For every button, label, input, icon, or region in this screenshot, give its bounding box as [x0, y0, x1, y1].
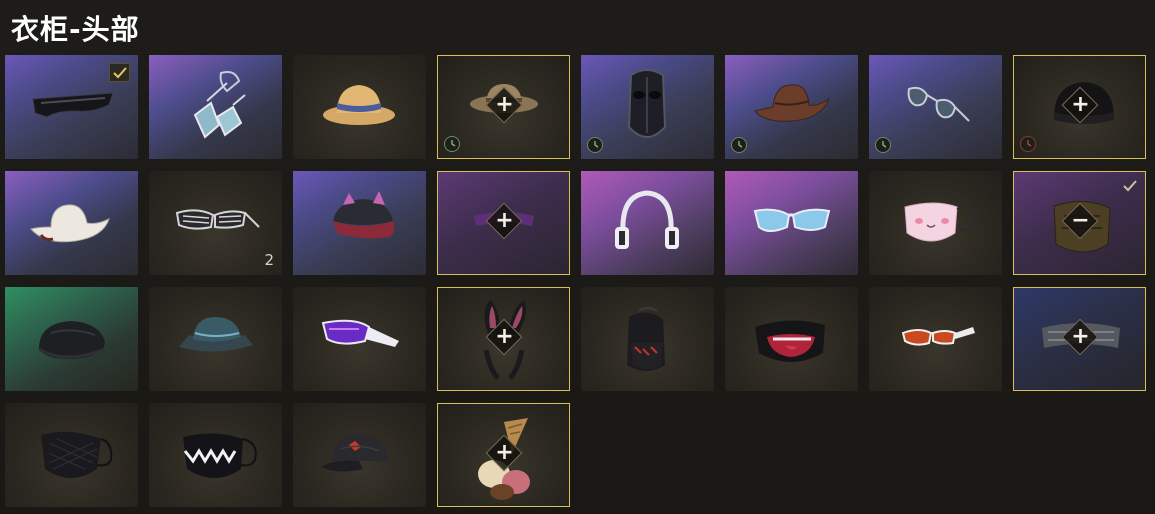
item-tile[interactable]: [725, 55, 858, 159]
equipped-check-icon: [1121, 178, 1139, 194]
add-icon[interactable]: +: [491, 91, 518, 118]
purple-sunglasses-icon: [321, 319, 399, 347]
add-icon[interactable]: +: [1067, 323, 1094, 350]
item-tile[interactable]: [149, 55, 282, 159]
wardrobe-page: 衣柜-头部 + + 2 + − + + +: [0, 0, 1155, 514]
flat-cap-icon: [38, 321, 106, 359]
straw-hat-icon: [323, 85, 395, 125]
timer-icon: [875, 137, 891, 153]
item-tile[interactable]: [293, 55, 426, 159]
add-icon[interactable]: +: [491, 439, 518, 466]
item-tile[interactable]: [5, 55, 138, 159]
item-tile[interactable]: [581, 287, 714, 391]
page-title: 衣柜-头部: [11, 13, 140, 46]
white-cowboy-hat-icon: [30, 204, 110, 243]
remove-icon[interactable]: −: [1067, 207, 1094, 234]
item-tile[interactable]: [581, 171, 714, 275]
add-icon[interactable]: +: [1067, 91, 1094, 118]
item-tile[interactable]: [293, 171, 426, 275]
item-tile[interactable]: +: [437, 403, 570, 507]
item-tile[interactable]: +: [437, 55, 570, 159]
item-tile[interactable]: [869, 55, 1002, 159]
black-mask-icon: [41, 431, 113, 478]
mouth-mask-icon: [755, 320, 825, 362]
item-tile[interactable]: [5, 403, 138, 507]
item-tile[interactable]: [149, 287, 282, 391]
item-tile[interactable]: +: [1013, 287, 1146, 391]
orange-sunglasses-icon: [901, 327, 975, 346]
item-tile[interactable]: [581, 55, 714, 159]
bucket-hat-icon: [179, 317, 253, 352]
item-tile[interactable]: [869, 287, 1002, 391]
cat-ear-hat-icon: [333, 191, 395, 239]
item-tile[interactable]: +: [437, 171, 570, 275]
item-tile[interactable]: [5, 171, 138, 275]
item-tile[interactable]: [149, 403, 282, 507]
item-tile[interactable]: 2: [149, 171, 282, 275]
item-tile[interactable]: [869, 171, 1002, 275]
shutter-shades-icon: [175, 209, 260, 230]
balaclava-icon: [627, 307, 665, 371]
item-tile[interactable]: [293, 403, 426, 507]
equipped-check-icon: [109, 63, 130, 82]
item-tile[interactable]: [725, 287, 858, 391]
add-icon[interactable]: +: [491, 207, 518, 234]
item-tile[interactable]: −: [1013, 171, 1146, 275]
item-tile[interactable]: [293, 287, 426, 391]
item-grid: + + 2 + − + + +: [5, 55, 1150, 510]
item-tile[interactable]: +: [1013, 55, 1146, 159]
item-tile[interactable]: [5, 287, 138, 391]
item-tile[interactable]: [725, 171, 858, 275]
item-count: 2: [264, 251, 274, 269]
timer-icon: [1020, 136, 1036, 152]
teeth-mask-icon: [183, 433, 257, 478]
timer-icon: [587, 137, 603, 153]
headphones-icon: [615, 190, 679, 249]
pink-mask-icon: [904, 202, 979, 242]
timer-icon: [444, 136, 460, 152]
timer-icon: [731, 137, 747, 153]
add-icon[interactable]: +: [491, 323, 518, 350]
blue-sunglasses-icon: [753, 208, 831, 232]
goggles-icon: [193, 71, 246, 139]
baseball-cap-icon: [321, 433, 389, 472]
item-tile[interactable]: +: [437, 287, 570, 391]
